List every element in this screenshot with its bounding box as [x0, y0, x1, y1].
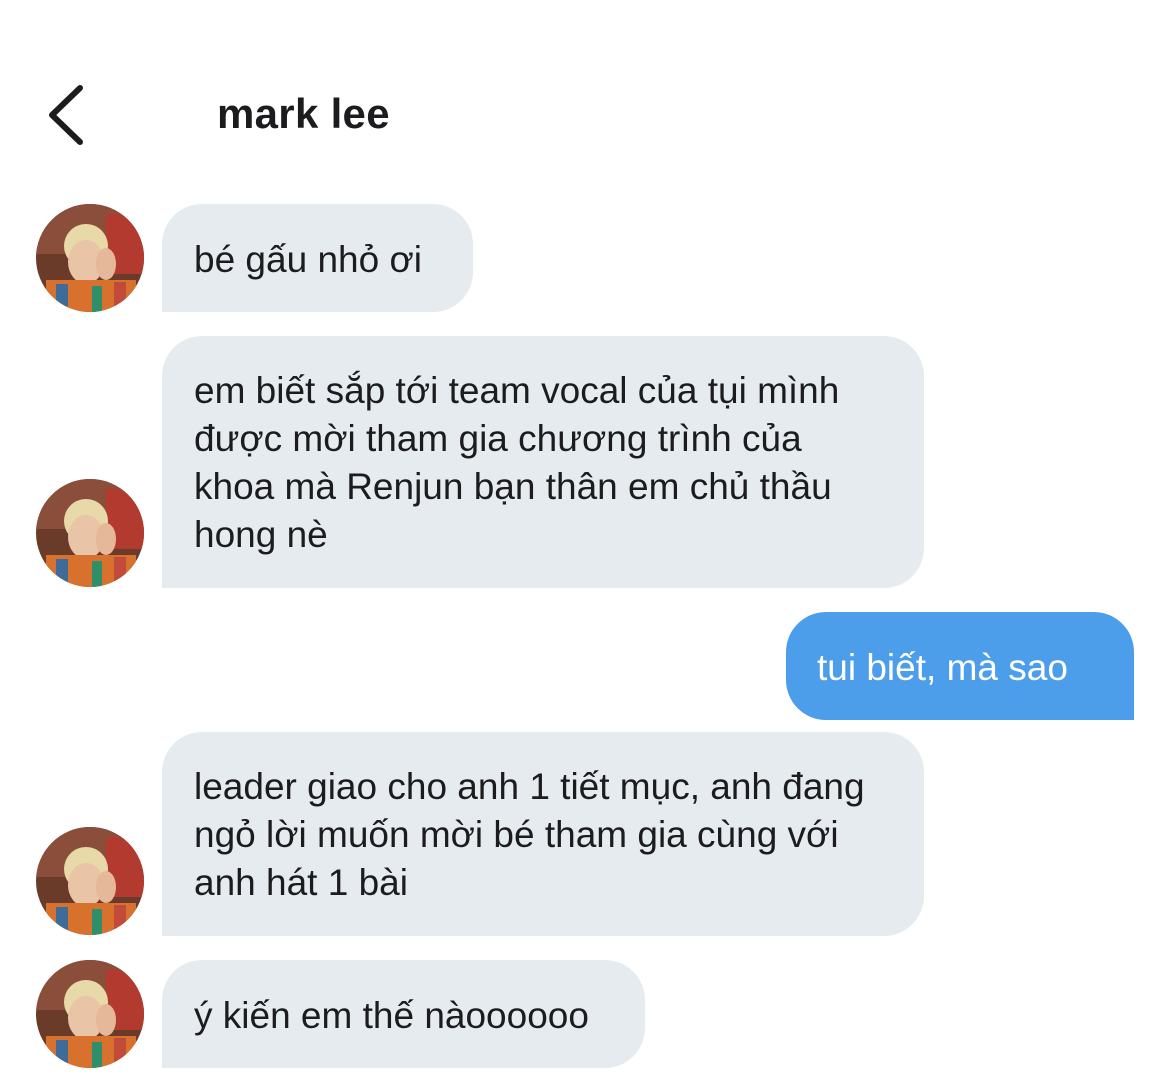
message-text: bé gấu nhỏ ơi [194, 239, 422, 280]
message-text: tui biết, mà sao [817, 647, 1068, 688]
chevron-left-icon [49, 85, 83, 145]
message-bubble-incoming[interactable]: bé gấu nhỏ ơi [162, 204, 473, 312]
message-text: leader giao cho anh 1 tiết mục, anh đang… [194, 766, 865, 903]
message-bubble-incoming[interactable]: leader giao cho anh 1 tiết mục, anh đang… [162, 732, 924, 936]
chat-screen: mark lee bé gấu nhỏ ơi em biết sắp tới t… [0, 0, 1169, 1078]
avatar[interactable] [36, 827, 144, 935]
message-bubble-incoming[interactable]: em biết sắp tới team vocal của tụi mình … [162, 336, 924, 588]
avatar[interactable] [36, 479, 144, 587]
chat-header: mark lee [0, 60, 1169, 170]
message-text: em biết sắp tới team vocal của tụi mình … [194, 370, 840, 555]
avatar[interactable] [36, 204, 144, 312]
contact-name: mark lee [217, 90, 390, 137]
back-button[interactable] [38, 82, 98, 148]
message-text: ý kiến em thế nàoooooo [194, 995, 589, 1036]
message-bubble-incoming[interactable]: ý kiến em thế nàoooooo [162, 960, 645, 1068]
message-bubble-outgoing[interactable]: tui biết, mà sao [786, 612, 1134, 720]
avatar[interactable] [36, 960, 144, 1068]
